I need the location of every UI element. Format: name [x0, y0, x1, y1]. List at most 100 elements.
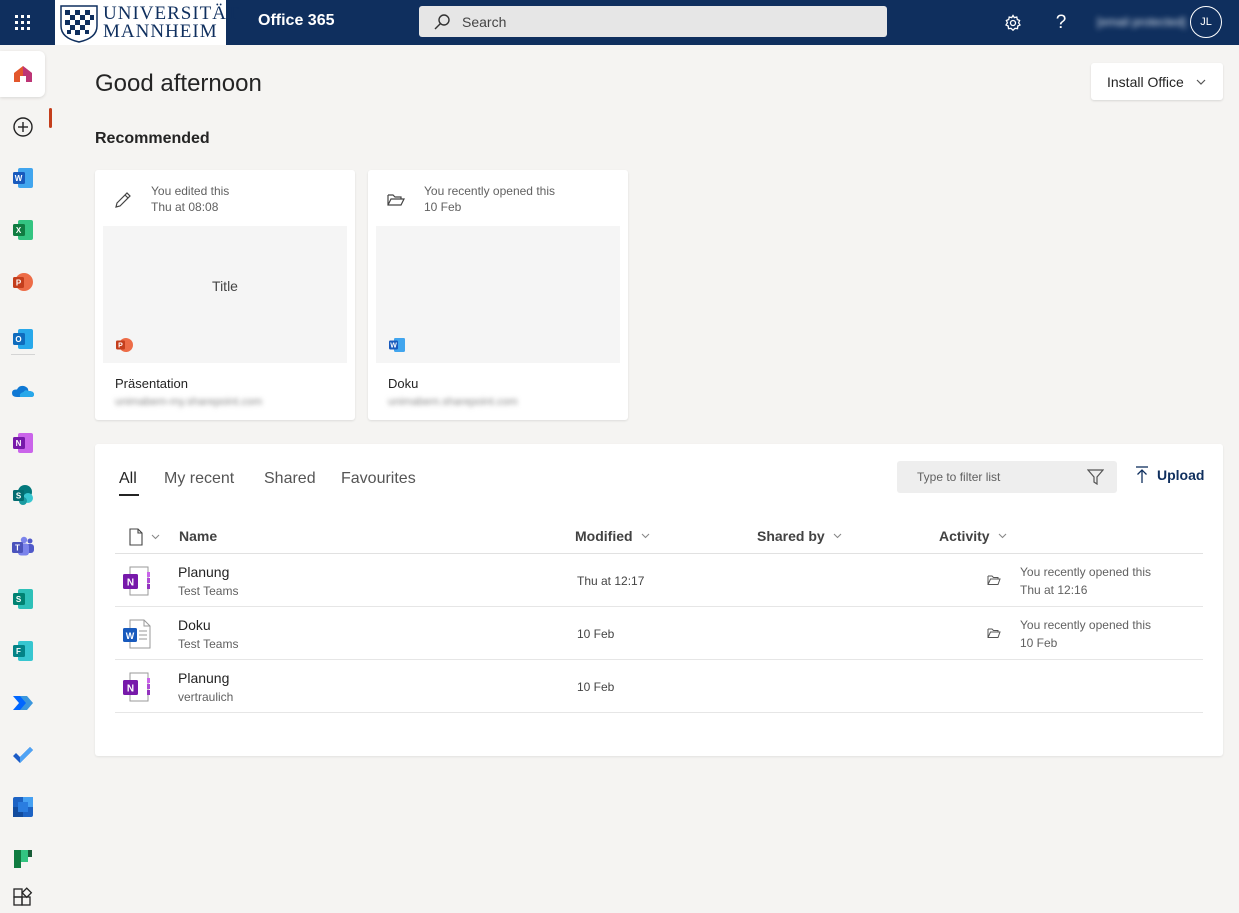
active-indicator: [49, 108, 52, 128]
rail-item-sharepoint[interactable]: S: [0, 472, 45, 518]
logo-wordmark: UNIVERSITÄT MANNHEIM: [103, 2, 240, 42]
logo-line-2: MANNHEIM: [103, 20, 218, 42]
file-modified: 10 Feb: [577, 627, 615, 641]
recommended-card[interactable]: You edited this Thu at 08:08 Title P Prä…: [95, 170, 355, 420]
search-input[interactable]: Search: [419, 6, 887, 37]
crest-icon: [57, 2, 101, 44]
file-location: vertraulich: [178, 690, 234, 704]
rail-item-onenote[interactable]: N: [0, 420, 45, 466]
rail-item-excel[interactable]: X: [0, 207, 45, 253]
app-rail: W X P O N S T S F: [0, 45, 52, 913]
rail-item-powerpoint[interactable]: P: [0, 259, 45, 305]
modified-column-label: Modified: [575, 528, 633, 544]
logo-line-1: UNIVERSITÄT: [103, 2, 240, 24]
user-email: [email protected]: [1097, 15, 1186, 29]
top-bar: UNIVERSITÄT MANNHEIM Office 365 Search ?…: [0, 0, 1239, 45]
search-placeholder: Search: [462, 13, 507, 30]
name-column-label: Name: [179, 528, 218, 544]
svg-text:P: P: [15, 279, 21, 288]
all-apps-icon: [12, 887, 32, 906]
excel-icon: X: [12, 220, 33, 240]
sway-icon: S: [12, 589, 33, 609]
rail-item-create[interactable]: [0, 104, 45, 150]
modified-column-header[interactable]: Modified: [575, 528, 650, 544]
rail-item-stream[interactable]: [0, 784, 45, 830]
table-row[interactable]: W Doku Test Teams 10 Feb You recently op…: [115, 607, 1203, 660]
table-row[interactable]: N Planung Test Teams Thu at 12:17 You re…: [115, 554, 1203, 607]
onedrive-icon: [11, 385, 34, 397]
rail-item-forms[interactable]: F: [0, 628, 45, 674]
folder-open-icon: [987, 628, 1001, 638]
tab-all[interactable]: All: [119, 470, 137, 488]
file-name[interactable]: Planung: [178, 564, 229, 580]
filter-placeholder: Type to filter list: [917, 470, 1001, 484]
chevron-down-icon: [833, 533, 842, 539]
chevron-down-icon: [998, 533, 1006, 539]
svg-text:S: S: [15, 492, 21, 501]
upload-label: Upload: [1157, 467, 1205, 483]
file-name[interactable]: Doku: [178, 617, 211, 633]
gear-icon: [1005, 13, 1021, 31]
outlook-icon: O: [12, 329, 33, 349]
word-icon: W: [389, 338, 405, 352]
file-name[interactable]: Planung: [178, 670, 229, 686]
waffle-icon: [15, 15, 30, 30]
onenote-file-icon: N: [123, 672, 150, 702]
app-title[interactable]: Office 365: [258, 12, 334, 30]
powerpoint-icon: P: [116, 338, 133, 352]
tab-favourites[interactable]: Favourites: [341, 470, 416, 488]
file-location: Test Teams: [178, 637, 239, 651]
planner-icon: [13, 850, 32, 868]
onenote-icon: N: [12, 433, 33, 453]
app-launcher-button[interactable]: [0, 0, 45, 45]
rail-item-outlook[interactable]: O: [0, 316, 45, 362]
settings-button[interactable]: [993, 0, 1033, 45]
install-office-label: Install Office: [1107, 73, 1184, 90]
teams-icon: T: [11, 536, 34, 556]
file-location: Test Teams: [178, 584, 239, 598]
activity-column-header[interactable]: Activity: [939, 528, 1007, 544]
rail-item-onedrive[interactable]: [0, 368, 45, 414]
card-activity: You edited this: [151, 184, 230, 198]
rail-item-power-automate[interactable]: [0, 680, 45, 726]
file-modified: Thu at 12:17: [577, 574, 645, 588]
help-button[interactable]: ?: [1041, 0, 1081, 45]
active-tab-indicator: [119, 494, 139, 496]
file-activity-time: Thu at 12:16: [1020, 583, 1088, 597]
tab-my-recent[interactable]: My recent: [164, 470, 234, 488]
file-activity-time: 10 Feb: [1020, 636, 1058, 650]
shared-by-column-header[interactable]: Shared by: [757, 528, 842, 544]
chevron-down-icon: [1196, 79, 1206, 85]
help-icon: ?: [1055, 11, 1067, 33]
pencil-icon: [115, 192, 131, 208]
onenote-file-icon: N: [123, 566, 150, 596]
powerpoint-icon: P: [12, 273, 33, 291]
file-type-column-header[interactable]: [129, 528, 160, 546]
sharepoint-icon: S: [12, 485, 33, 505]
card-thumbnail: W: [376, 226, 620, 363]
file-activity: You recently opened this: [1020, 618, 1151, 632]
rail-item-teams[interactable]: T: [0, 524, 45, 570]
install-office-button[interactable]: Install Office: [1091, 63, 1223, 100]
rail-item-all-apps[interactable]: [0, 875, 45, 913]
word-icon: W: [12, 168, 33, 188]
name-column-header[interactable]: Name: [179, 528, 217, 544]
card-timestamp: Thu at 08:08: [151, 200, 219, 214]
tab-shared[interactable]: Shared: [264, 470, 316, 488]
home-icon: [13, 66, 32, 82]
recommended-heading: Recommended: [95, 130, 210, 147]
svg-text:N: N: [127, 684, 134, 695]
rail-item-home[interactable]: [0, 51, 45, 97]
rail-item-sway[interactable]: S: [0, 576, 45, 622]
recommended-card[interactable]: You recently opened this 10 Feb W Doku u…: [368, 170, 628, 420]
card-file-location: unimabem.sharepoint.com: [388, 396, 518, 408]
shared-by-column-label: Shared by: [757, 528, 825, 544]
upload-button[interactable]: Upload: [1135, 466, 1204, 484]
table-row[interactable]: N Planung vertraulich 10 Feb: [115, 660, 1203, 713]
rail-item-word[interactable]: W: [0, 155, 45, 201]
card-file-name: Doku: [388, 376, 419, 391]
filter-input[interactable]: Type to filter list: [897, 461, 1117, 493]
rail-item-to-do[interactable]: [0, 732, 45, 778]
avatar[interactable]: JL: [1190, 6, 1222, 38]
university-logo[interactable]: UNIVERSITÄT MANNHEIM: [55, 0, 239, 45]
